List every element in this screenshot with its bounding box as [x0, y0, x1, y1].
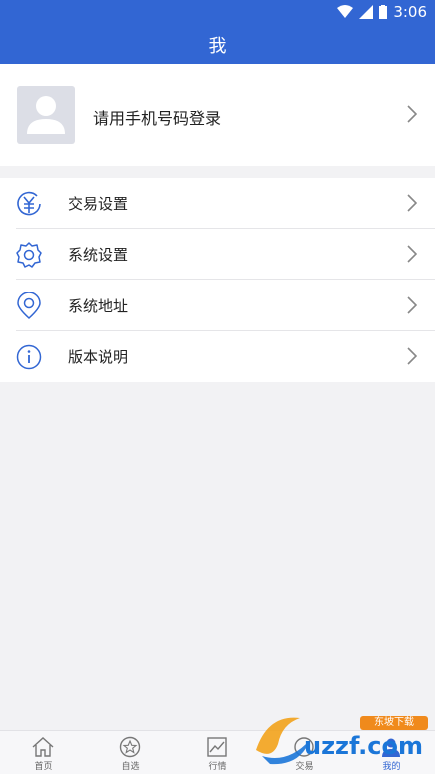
- yuan-icon: [17, 191, 41, 216]
- chevron-right-icon: [407, 245, 417, 263]
- profile-card[interactable]: 请用手机号码登录: [0, 64, 435, 166]
- chevron-right-icon: [407, 296, 417, 314]
- chevron-right-icon: [407, 105, 417, 123]
- chart-icon: [207, 737, 227, 757]
- star-icon: [119, 736, 141, 758]
- app-bar: 我: [0, 24, 435, 64]
- person-icon: [27, 96, 65, 134]
- tab-label: 自选: [121, 762, 140, 772]
- page-title: 我: [208, 36, 227, 57]
- tab-home[interactable]: 首页: [0, 731, 87, 774]
- avatar: [17, 86, 75, 144]
- status-icons: 3:06: [337, 3, 427, 21]
- status-bar: 3:06: [0, 0, 435, 24]
- watermark-tag: 东坡下载: [360, 716, 428, 730]
- watermark-text: uzzf.com: [304, 732, 423, 760]
- battery-icon: [379, 5, 388, 19]
- menu-label: 系统设置: [68, 246, 129, 264]
- menu-item-system-address[interactable]: 系统地址: [0, 280, 435, 331]
- status-time: 3:06: [393, 3, 427, 21]
- tab-label: 首页: [34, 762, 53, 772]
- wifi-icon: [337, 5, 354, 18]
- settings-menu: 交易设置 系统设置 系统地址 版本说明: [0, 178, 435, 382]
- menu-label: 系统地址: [68, 297, 129, 315]
- chevron-right-icon: [407, 194, 417, 212]
- chevron-right-icon: [407, 347, 417, 365]
- gear-icon: [16, 242, 42, 268]
- menu-item-system-settings[interactable]: 系统设置: [0, 229, 435, 280]
- signal-icon: [359, 5, 374, 19]
- menu-item-version-info[interactable]: 版本说明: [0, 331, 435, 382]
- login-prompt: 请用手机号码登录: [93, 109, 222, 128]
- tab-watchlist[interactable]: 自选: [87, 731, 174, 774]
- watermark-logo: 东坡下载 uzzf.com: [246, 708, 435, 770]
- menu-label: 交易设置: [68, 195, 129, 213]
- menu-item-trade-settings[interactable]: 交易设置: [0, 178, 435, 229]
- info-icon: [16, 344, 42, 370]
- location-pin-icon: [17, 292, 41, 320]
- home-icon: [32, 737, 54, 757]
- menu-label: 版本说明: [68, 348, 129, 366]
